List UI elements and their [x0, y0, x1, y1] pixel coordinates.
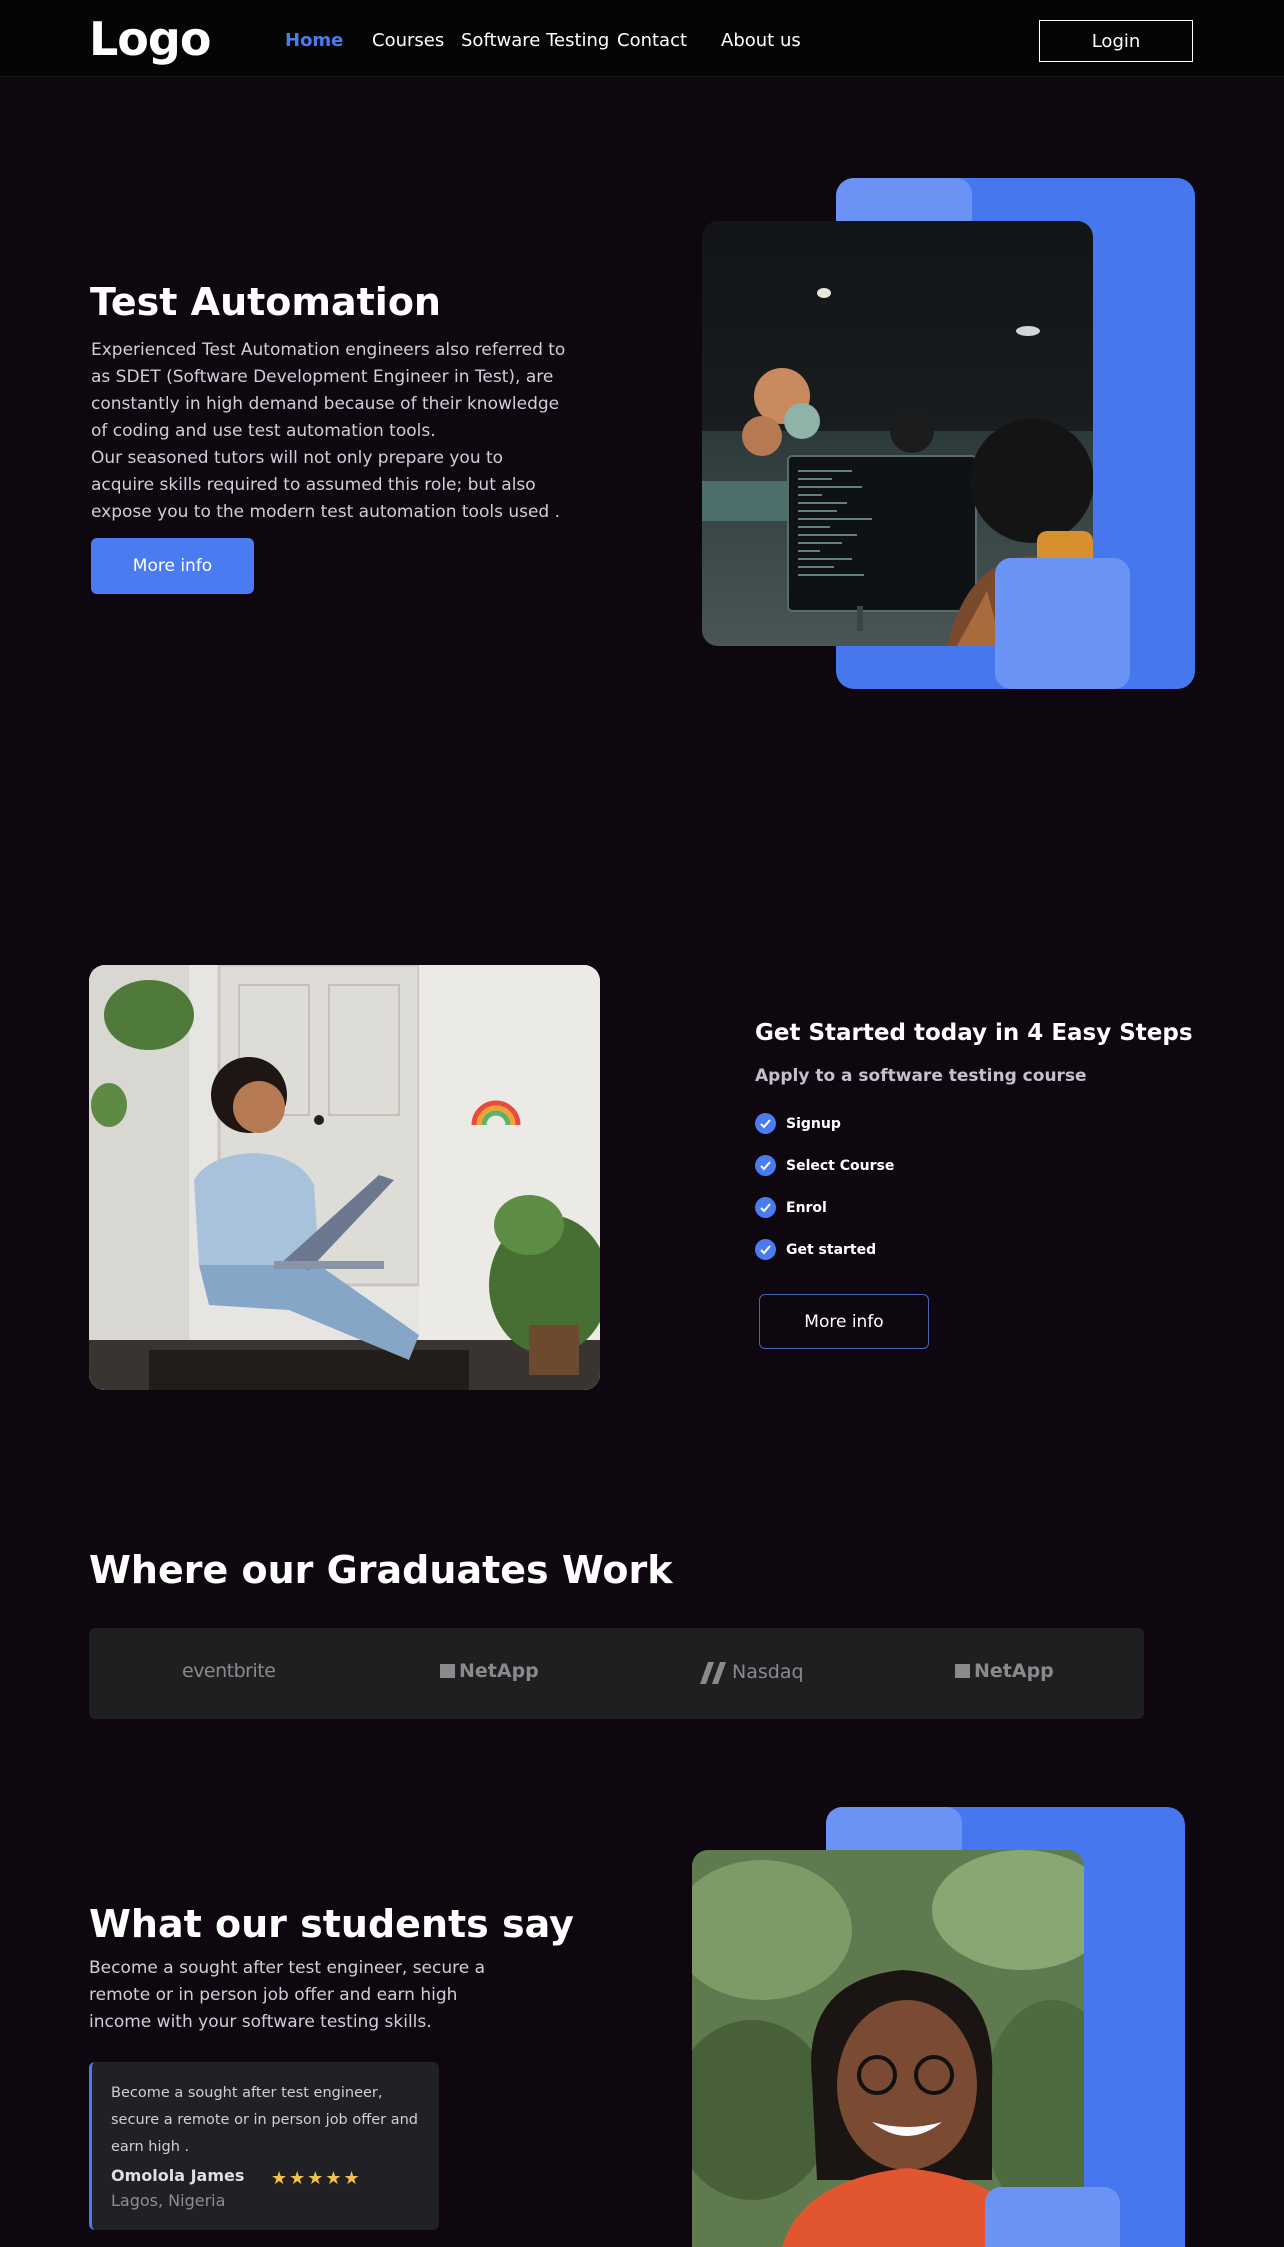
brand-logo-eventbrite: eventbrite	[182, 1660, 276, 1682]
step-select-course: Select Course	[755, 1155, 894, 1176]
step-label: Get started	[786, 1241, 877, 1258]
check-icon	[755, 1239, 776, 1260]
step-label: Enrol	[786, 1199, 827, 1216]
site-logo[interactable]: Logo	[89, 12, 211, 66]
testimonial-quote: Become a sought after test engineer, sec…	[111, 2085, 419, 2155]
testimonial-author-name: Omolola James	[111, 2166, 245, 2185]
steps-subtitle: Apply to a software testing course	[755, 1066, 1087, 1086]
rating-stars-icon: ★★★★★	[271, 2168, 362, 2189]
nav-link-home[interactable]: Home	[285, 30, 343, 51]
nav-link-contact[interactable]: Contact	[617, 30, 687, 51]
brand-logo-netapp: NetApp	[440, 1660, 539, 1682]
check-icon	[755, 1197, 776, 1218]
login-button[interactable]: Login	[1039, 20, 1193, 62]
steps-title: Get Started today in 4 Easy Steps	[755, 1020, 1193, 1046]
testimonial-decor-light-block-bottom	[985, 2187, 1120, 2247]
step-label: Signup	[786, 1115, 841, 1132]
hero-paragraph-1: Experienced Test Automation engineers al…	[91, 340, 566, 441]
netapp-icon	[955, 1664, 970, 1678]
step-enrol: Enrol	[755, 1197, 827, 1218]
step-signup: Signup	[755, 1113, 841, 1134]
graduates-title: Where our Graduates Work	[89, 1548, 673, 1592]
hero-more-info-button[interactable]: More info	[91, 538, 254, 594]
student-with-laptop-illustration	[89, 965, 600, 1390]
step-label: Select Course	[786, 1157, 895, 1174]
nasdaq-icon	[700, 1662, 726, 1684]
check-icon	[755, 1113, 776, 1134]
steps-more-info-button[interactable]: More info	[759, 1294, 929, 1349]
nav-link-software-testing[interactable]: Software Testing	[461, 30, 609, 51]
brand-logo-nasdaq: Nasdaq	[698, 1660, 804, 1684]
step-get-started: Get started	[755, 1239, 876, 1260]
nav-link-courses[interactable]: Courses	[372, 30, 444, 51]
hero-decor-light-block-bottom	[995, 558, 1130, 689]
testimonials-title: What our students say	[89, 1902, 574, 1946]
hero-title: Test Automation	[90, 280, 441, 324]
hero-paragraph-2: Our seasoned tutors will not only prepar…	[91, 448, 561, 522]
hero-description: Experienced Test Automation engineers al…	[91, 337, 571, 526]
check-icon	[755, 1155, 776, 1176]
nav-link-about-us[interactable]: About us	[721, 30, 801, 51]
testimonials-description: Become a sought after test engineer, sec…	[89, 1958, 486, 2032]
testimonial-author-location: Lagos, Nigeria	[111, 2191, 226, 2210]
student-laptop-photo	[89, 965, 600, 1390]
netapp-icon	[440, 1664, 455, 1678]
brand-logo-netapp-2: NetApp	[955, 1660, 1054, 1682]
